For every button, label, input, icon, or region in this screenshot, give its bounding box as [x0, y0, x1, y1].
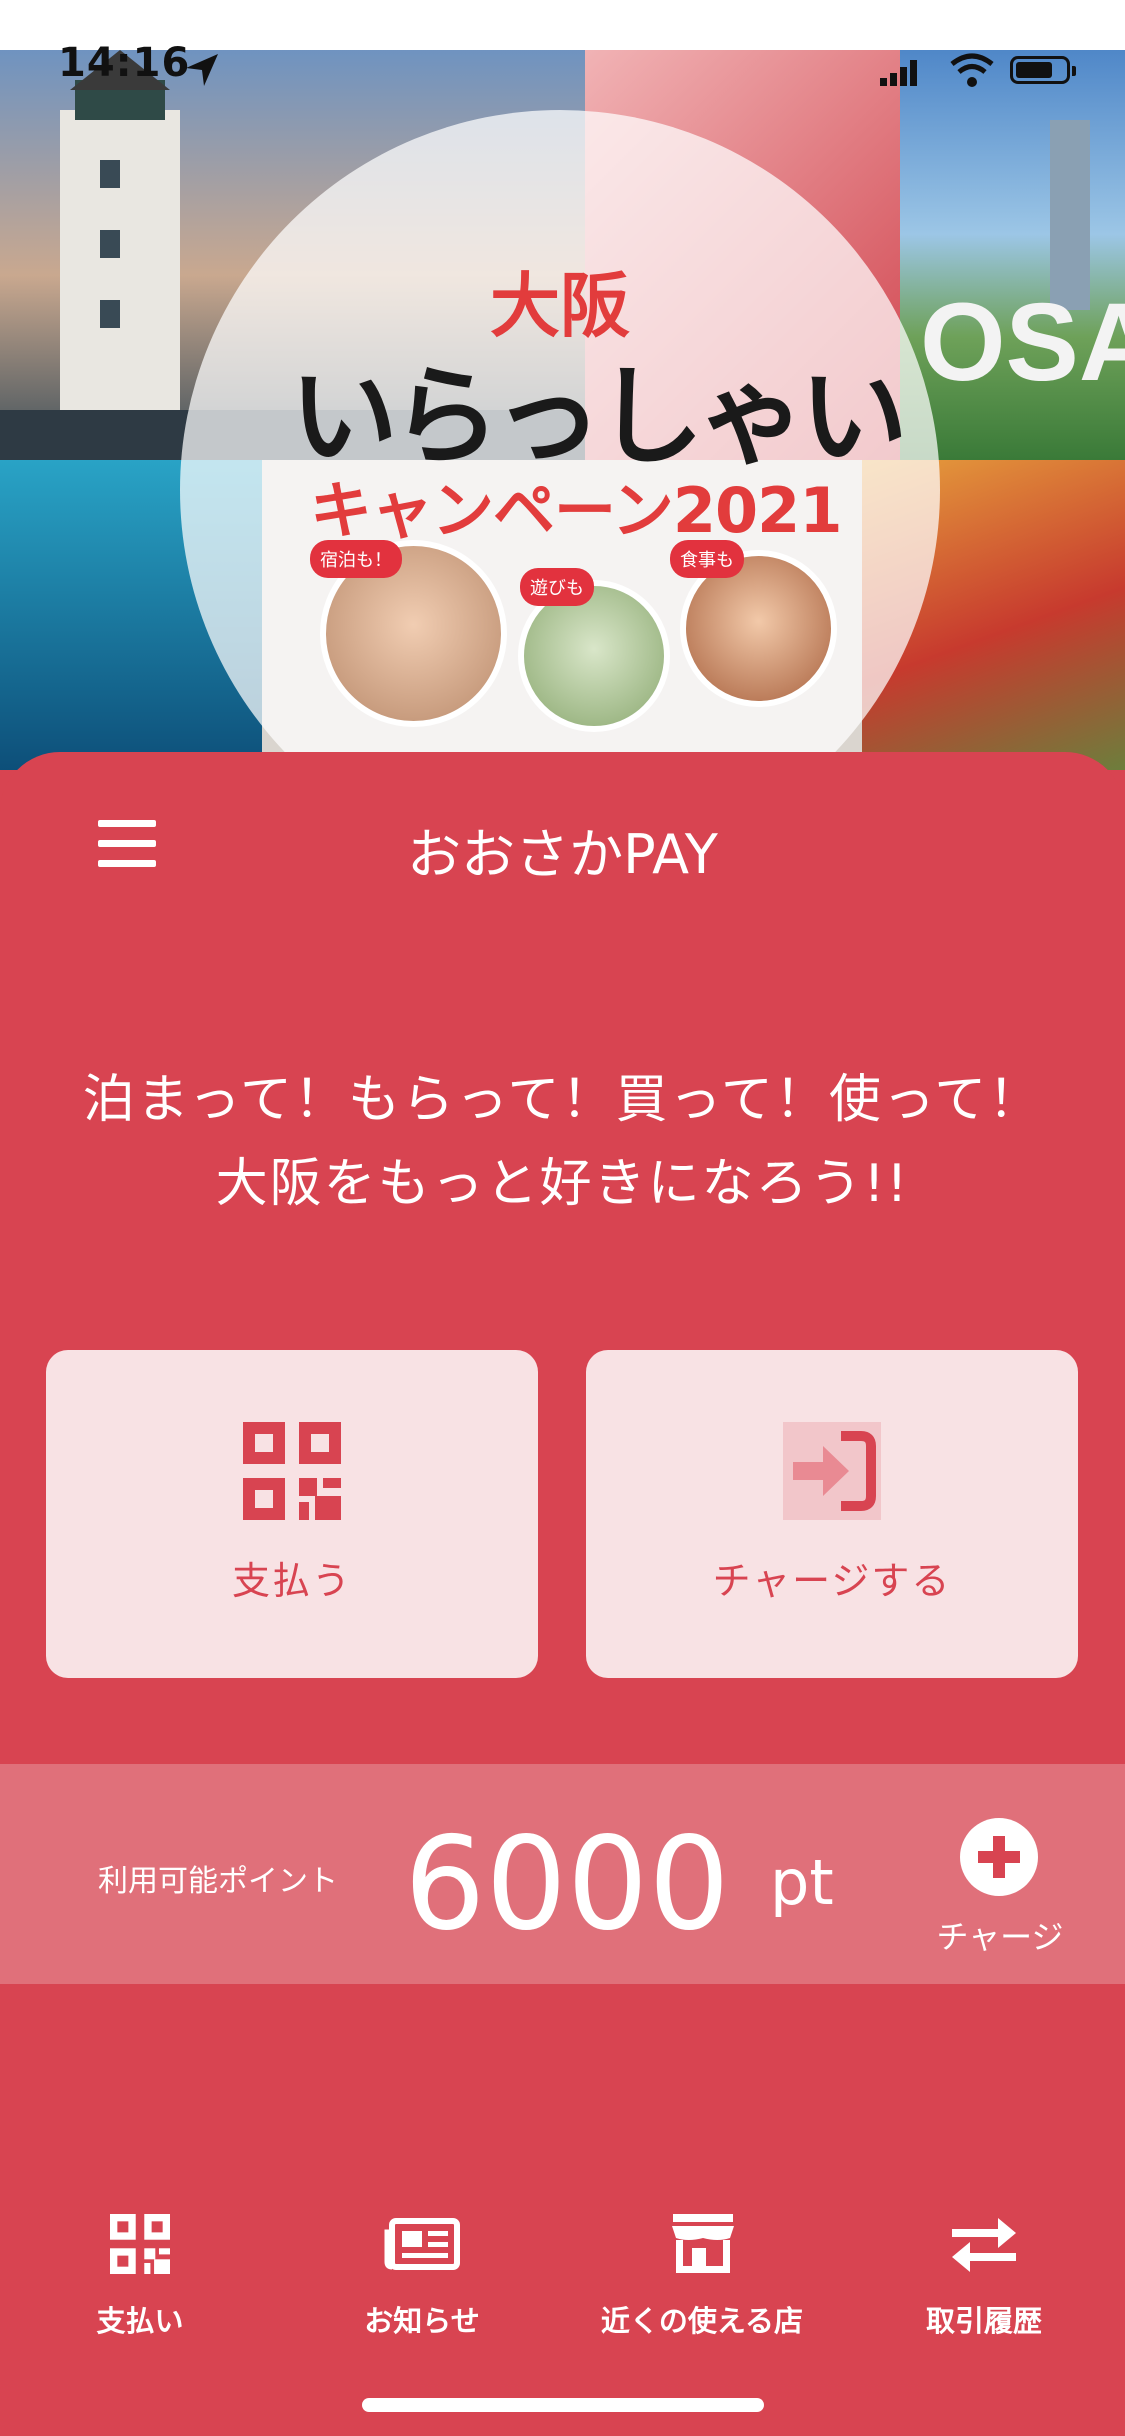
plus-charge-icon[interactable]: [960, 1818, 1038, 1896]
nav-pay-label: 支払い: [96, 2304, 184, 2338]
battery-icon: [1010, 56, 1076, 84]
badge-food: 食事も: [670, 540, 744, 578]
nav-nearby-stores-label: 近くの使える店: [600, 2304, 804, 2338]
charge-button[interactable]: チャージする: [586, 1350, 1078, 1678]
points-value: 6000: [404, 1810, 730, 1959]
app-title: おおさかPAY: [407, 823, 718, 886]
sign-in-arrow-icon: [783, 1422, 881, 1520]
charge-link-label[interactable]: チャージ: [920, 1912, 1080, 1958]
pay-button-label: 支払う: [231, 1559, 352, 1603]
points-unit: pt: [770, 1846, 834, 1919]
store-icon: [672, 2214, 734, 2273]
nav-news-label: お知らせ: [364, 2304, 480, 2338]
exchange-arrows-icon: [952, 2218, 1016, 2272]
wifi-icon: [950, 53, 994, 87]
nav-transaction-history-label: 取引履歴: [925, 2304, 1042, 2338]
tagline-line2: 大阪をもっと好きになろう!!: [215, 1154, 910, 1214]
qr-code-icon: [243, 1422, 341, 1520]
home-indicator[interactable]: [362, 2398, 764, 2412]
status-time: 14:16: [58, 40, 191, 86]
pay-button[interactable]: 支払う: [46, 1350, 538, 1678]
tagline: 泊まって！もらって！買って！使って！ 大阪をもっと好きになろう!!: [0, 1058, 1125, 1226]
campaign-banner[interactable]: OSAKA 大阪 いらっしゃい キャンペーン2021 宿泊も！ 遊びも 食事も: [0, 50, 1125, 770]
osaka-sign-photo: OSAKA: [900, 50, 1125, 460]
tagline-line1: 泊まって！もらって！買って！使って！: [82, 1070, 1043, 1130]
badge-stay: 宿泊も！: [310, 540, 402, 578]
banner-title-campaign: キャンペーン2021: [310, 474, 842, 547]
cellular-signal-icon: [880, 60, 920, 86]
points-label: 利用可能ポイント: [98, 1864, 338, 1899]
charge-button-label: チャージする: [712, 1559, 952, 1603]
osaka-sign-text: OSAKA: [920, 281, 1125, 404]
location-arrow-icon: [186, 54, 218, 86]
newspaper-icon: [384, 2218, 460, 2270]
badge-play: 遊びも: [520, 568, 594, 606]
qr-code-icon: [110, 2214, 170, 2274]
